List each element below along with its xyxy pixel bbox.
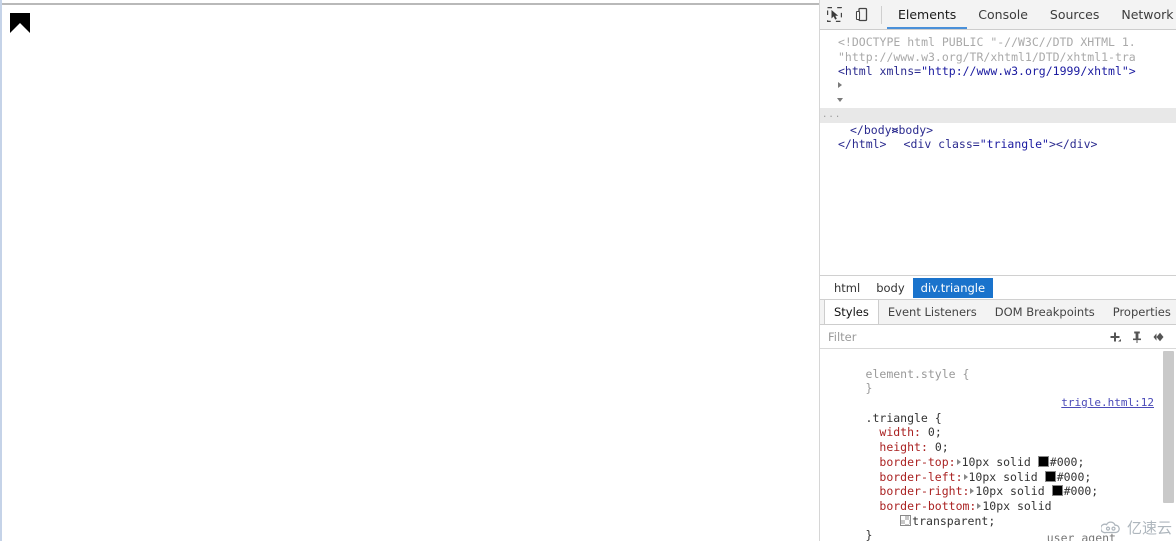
plus-icon[interactable]	[1104, 327, 1126, 347]
declaration-border-left[interactable]: border-left: 10px solid #000;	[820, 455, 1176, 484]
page-canvas	[2, 5, 819, 541]
element-style-selector[interactable]: element.style {	[820, 352, 1176, 381]
dom-line-body-open[interactable]: <body>	[820, 93, 1176, 137]
dom-line-html-close[interactable]: </html>	[820, 137, 1176, 152]
dom-line-div-triangle[interactable]: ... <div class="triangle"></div>	[820, 107, 1176, 151]
tab-network[interactable]: Network	[1110, 1, 1176, 29]
dom-line-html-open[interactable]: <html xmlns="http://www.w3.org/1999/xhtm…	[820, 64, 1176, 79]
styles-subtabs: Styles Event Listeners DOM Breakpoints P…	[820, 300, 1176, 325]
subtab-dom-breakpoints[interactable]: DOM Breakpoints	[986, 300, 1104, 324]
dom-line-doctype-1: <!DOCTYPE html PUBLIC "-//W3C//DTD XHTML…	[838, 35, 1136, 49]
pin-icon[interactable]	[1126, 327, 1148, 347]
declaration-border-bottom-value[interactable]: transparent;	[820, 499, 1176, 528]
declaration-border-right[interactable]: border-right: 10px solid #000;	[820, 470, 1176, 498]
subtab-styles[interactable]: Styles	[824, 300, 879, 324]
triangle-rule-selector[interactable]: .triangle { trigle.html:12	[820, 396, 1176, 425]
declaration-border-bottom[interactable]: border-bottom: 10px solid	[820, 484, 1176, 513]
triangle-rule-close: }	[865, 528, 873, 541]
element-style-close: }	[865, 381, 873, 396]
filter-input[interactable]: Filter	[828, 330, 1104, 344]
expand-arrow-icon[interactable]	[838, 81, 842, 88]
breadcrumb-item-body[interactable]: body	[868, 278, 912, 298]
devtools-toolbar: Elements Console Sources Network Ti	[820, 0, 1176, 30]
styles-rules: element.style { } .triangle { trigle.htm…	[820, 349, 1176, 541]
subtab-properties[interactable]: Properties	[1104, 300, 1176, 324]
breadcrumb: html body div.triangle	[820, 276, 1176, 300]
collapse-arrow-icon[interactable]	[837, 98, 843, 105]
triangle-element[interactable]	[10, 13, 30, 33]
dom-line-head[interactable]: <head>…</head>	[820, 79, 1176, 122]
subtab-event-listeners[interactable]: Event Listeners	[879, 300, 986, 324]
ua-origin-label: user agent	[1046, 531, 1116, 541]
devtools-panel: Elements Console Sources Network Ti <!DO…	[820, 0, 1176, 541]
declaration-border-top[interactable]: border-top: 10px solid #000;	[820, 440, 1176, 469]
styles-filter-row: Filter	[820, 325, 1176, 349]
breadcrumb-item-html[interactable]: html	[826, 278, 868, 298]
browser-viewport	[0, 0, 820, 541]
tab-sources[interactable]: Sources	[1039, 1, 1110, 29]
declaration-height[interactable]: height: 0;	[820, 425, 1176, 454]
tab-elements[interactable]: Elements	[887, 1, 967, 29]
dom-tree: <!DOCTYPE html PUBLIC "-//W3C//DTD XHTML…	[820, 30, 1176, 276]
diamond-class-icon[interactable]	[1148, 327, 1170, 347]
tab-console[interactable]: Console	[967, 1, 1039, 29]
dom-line-doctype-2: "http://www.w3.org/TR/xhtml1/DTD/xhtml1-…	[838, 49, 1136, 64]
dom-line-body-close[interactable]: </body>	[820, 123, 1176, 138]
toolbar-separator	[881, 5, 882, 24]
declaration-width[interactable]: width: 0;	[820, 411, 1176, 439]
rule-source-link[interactable]: trigle.html:12	[1061, 396, 1154, 411]
dots-badge[interactable]: ...	[822, 110, 841, 119]
inspect-cursor-icon[interactable]	[820, 1, 848, 29]
device-toolbar-icon[interactable]	[848, 1, 876, 29]
ua-rule-selector[interactable]: div { user agent	[820, 531, 1176, 541]
breadcrumb-item-div-triangle[interactable]: div.triangle	[912, 277, 994, 298]
